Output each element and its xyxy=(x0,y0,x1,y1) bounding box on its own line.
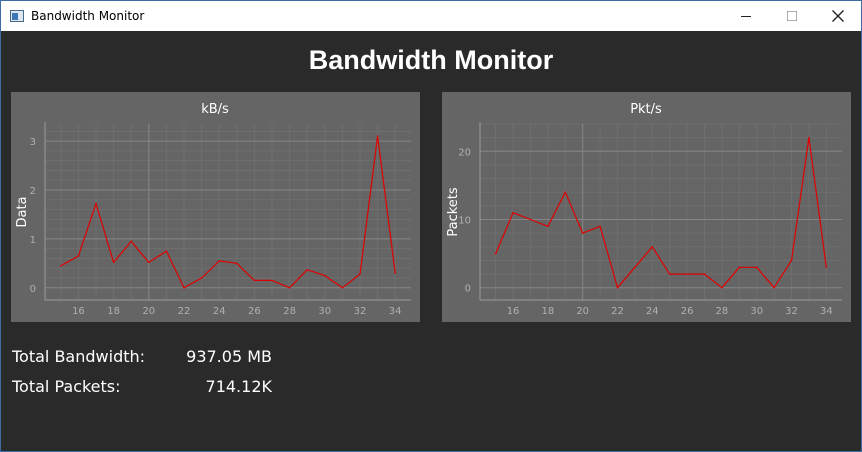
data-point xyxy=(599,225,601,228)
x-tick-label: 16 xyxy=(72,306,85,317)
totals-section: Total Bandwidth: 937.05 MB Total Packets… xyxy=(12,347,272,407)
data-point xyxy=(494,252,497,255)
y-tick-label: 0 xyxy=(30,284,36,295)
x-tick-label: 22 xyxy=(611,306,624,317)
total-packets-value: 714.12K xyxy=(205,377,272,396)
data-point xyxy=(529,218,532,221)
x-tick-label: 28 xyxy=(283,306,296,317)
y-axis-label: Data xyxy=(15,196,30,227)
total-packets-label: Total Packets: xyxy=(12,377,121,396)
data-point xyxy=(668,273,671,275)
x-tick-label: 18 xyxy=(542,306,555,317)
x-tick-label: 20 xyxy=(142,306,155,317)
x-tick-label: 32 xyxy=(785,306,798,317)
data-point xyxy=(112,261,115,264)
maximize-icon xyxy=(787,11,797,21)
total-packets-row: Total Packets: 714.12K xyxy=(12,377,272,407)
data-point xyxy=(359,273,361,275)
x-tick-label: 34 xyxy=(820,306,833,317)
data-point xyxy=(148,261,150,264)
data-point xyxy=(634,266,636,269)
window-controls xyxy=(723,1,861,31)
packets-chart-panel: 16 18 20 22 24 26 28 30 32 34 0 10 20 Pkt/s Packets xyxy=(442,92,851,322)
x-tick-label: 18 xyxy=(107,306,120,317)
y-axis-label: Packets xyxy=(446,187,461,237)
series-line xyxy=(60,135,396,289)
data-point xyxy=(564,191,567,194)
data-point xyxy=(235,262,238,265)
page-title: Bandwidth Monitor xyxy=(308,45,554,75)
y-tick-label: 0 xyxy=(465,284,471,295)
total-bandwidth-label: Total Bandwidth: xyxy=(12,347,146,366)
data-point xyxy=(755,266,758,269)
data-point xyxy=(288,286,291,289)
x-tick-label: 26 xyxy=(248,306,261,317)
app-window-icon xyxy=(9,8,25,24)
data-point xyxy=(651,245,654,248)
x-tick-label: 34 xyxy=(389,306,402,317)
x-tick-label: 30 xyxy=(750,306,763,317)
y-tick-label: 20 xyxy=(458,147,471,158)
close-button[interactable] xyxy=(815,1,861,31)
bandwidth-chart-panel: 16 18 20 22 24 26 28 30 32 34 0 1 2 3 kB/s Data xyxy=(11,92,420,322)
data-point xyxy=(323,274,326,277)
data-point xyxy=(808,136,810,139)
x-tick-label: 22 xyxy=(178,306,191,317)
data-point xyxy=(130,240,133,243)
window-title: Bandwidth Monitor xyxy=(31,9,145,23)
x-tick-label: 26 xyxy=(681,306,694,317)
data-point xyxy=(790,259,793,262)
data-point xyxy=(306,268,308,271)
x-tick-label: 16 xyxy=(507,306,520,317)
x-tick-label: 24 xyxy=(213,306,226,317)
data-point xyxy=(200,277,203,279)
minimize-icon xyxy=(741,16,751,17)
bandwidth-chart: 16 18 20 22 24 26 28 30 32 34 0 1 2 3 kB/s Data xyxy=(15,102,411,317)
data-point xyxy=(183,286,185,289)
data-point xyxy=(376,135,379,138)
x-tick-label: 24 xyxy=(646,306,659,317)
chart-title: Pkt/s xyxy=(630,102,662,117)
packets-chart: 16 18 20 22 24 26 28 30 32 3401020Pkt/sPackets xyxy=(446,102,842,317)
data-point xyxy=(773,286,775,289)
maximize-button[interactable] xyxy=(769,1,815,31)
data-point xyxy=(825,266,828,269)
data-point xyxy=(77,255,80,257)
data-point xyxy=(738,266,741,269)
data-point xyxy=(271,279,273,282)
data-point xyxy=(60,264,62,267)
y-tick-label: 3 xyxy=(30,137,36,148)
total-bandwidth-value: 937.05 MB xyxy=(186,347,272,366)
x-tick-label: 30 xyxy=(318,306,331,317)
data-point xyxy=(686,273,688,275)
data-point xyxy=(218,260,221,262)
data-point xyxy=(394,272,396,274)
data-point xyxy=(616,286,619,289)
data-point xyxy=(703,273,706,275)
x-tick-label: 20 xyxy=(576,306,589,317)
x-tick-label: 28 xyxy=(716,306,729,317)
app-window: Bandwidth Monitor Bandwidth Monitor 16 18… xyxy=(0,0,862,452)
data-point xyxy=(721,286,723,289)
minimize-button[interactable] xyxy=(723,1,769,31)
data-point xyxy=(341,286,344,289)
chart-title: kB/s xyxy=(201,102,229,117)
data-point xyxy=(253,279,256,282)
data-point xyxy=(547,225,549,228)
total-bandwidth-row: Total Bandwidth: 937.05 MB xyxy=(12,347,272,377)
series-line xyxy=(495,136,827,289)
y-tick-label: 2 xyxy=(30,186,36,197)
data-point xyxy=(581,232,584,234)
data-point xyxy=(512,211,514,214)
y-tick-label: 1 xyxy=(30,235,36,246)
data-point xyxy=(165,250,168,252)
title-bar[interactable]: Bandwidth Monitor xyxy=(1,1,861,31)
close-icon xyxy=(832,10,844,22)
data-point xyxy=(95,202,97,205)
x-tick-label: 32 xyxy=(354,306,367,317)
